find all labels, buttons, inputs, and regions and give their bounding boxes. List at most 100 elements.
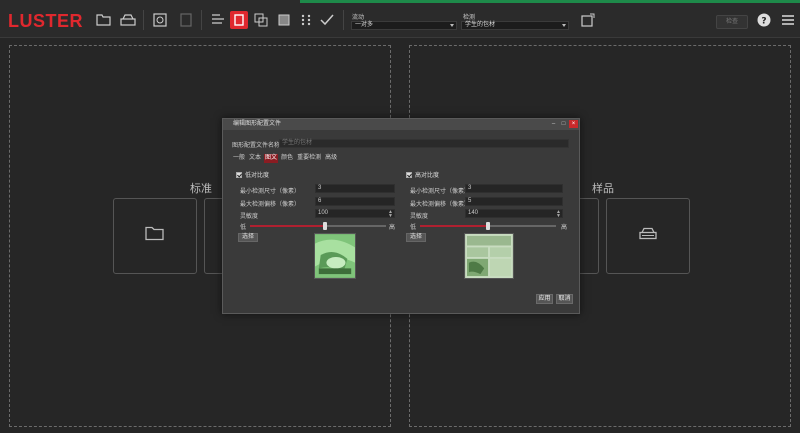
sensitivity-spinbox[interactable]: 100 ▲ ▼ [315,209,395,219]
hamburger-menu-icon [782,15,794,25]
check-button[interactable]: 检查 [716,15,748,29]
dots-grid-icon [301,14,311,26]
help-button[interactable]: ? [755,12,773,28]
max-offset-input[interactable]: 6 [315,197,395,206]
spin-arrows-icon: ▲ ▼ [388,209,393,219]
grid-tool-button[interactable] [297,12,315,28]
flow-label: 流动 [352,15,365,21]
sample-panel-title: 样品 [592,183,614,195]
dialog-title: 编辑图形配置文件 [233,121,282,127]
select-button[interactable]: 选择 [406,233,427,242]
app-logo: LUSTER [8,11,83,31]
config-name-label: 图形配置文件名称 [232,143,281,149]
sensitivity-value: 100 [318,210,329,216]
chevron-down-icon [562,24,566,27]
sensitivity-spinbox[interactable]: 140 ▲ ▼ [465,209,563,219]
flow-dropdown-value: 一对多 [355,22,374,28]
tab-important-detect[interactable]: 重要检测 [296,154,322,163]
checkbox-checked-icon [236,171,242,178]
detect-label: 检测 [463,15,476,21]
folder-open-icon [96,14,111,26]
graphic-icon [234,14,244,26]
min-size-label: 最小检测尺寸（像素） [240,189,301,195]
low-contrast-preview-image [314,233,356,279]
slider-high-label: 高 [389,225,396,231]
sensitivity-value: 140 [468,210,479,216]
slider-thumb[interactable] [322,222,327,230]
menu-button[interactable] [779,12,797,28]
min-size-label: 最小检测尺寸（像素） [410,189,471,195]
tab-text[interactable]: 文本 [248,154,262,163]
slider-fill [250,225,325,227]
toolbar-divider [201,10,202,30]
low-contrast-label: 低对比度 [245,173,270,179]
high-contrast-label: 高对比度 [415,173,440,179]
sensitivity-slider[interactable] [420,222,556,230]
slider-low-label: 低 [240,225,247,231]
detect-dropdown[interactable]: 学生的包材 [461,21,569,30]
export-icon [581,13,595,27]
max-offset-label: 最大检测偏移（像素） [240,202,301,208]
slider-fill [420,225,488,227]
low-contrast-checkbox[interactable]: 低对比度 [236,170,269,179]
close-icon[interactable]: × [569,120,578,128]
max-offset-label: 最大检测偏移（像素） [410,202,471,208]
tab-graphic[interactable]: 图文 [264,154,279,163]
text-lines-icon [212,14,224,24]
scanner-icon [120,14,136,26]
chevron-down-icon [450,24,454,27]
high-contrast-preview-image [464,233,514,279]
approve-tool-button[interactable] [318,12,336,28]
svg-text:?: ? [761,17,766,27]
slider-high-label: 高 [561,225,568,231]
edit-graphic-profile-dialog: 编辑图形配置文件 – □ × 图形配置文件名称 学生的包材 一般 文本 图文 颜… [222,118,580,314]
detect-dropdown-value: 学生的包材 [465,22,496,28]
color-tool-button[interactable] [275,12,293,28]
toolbar-divider [343,10,344,30]
max-offset-input[interactable]: 5 [465,197,563,206]
text-tool-button[interactable] [209,12,227,28]
disabled-tool-button[interactable] [177,12,195,28]
apply-button[interactable]: 应用 [536,294,553,304]
graphic-tool-button[interactable] [230,11,248,29]
cancel-button[interactable]: 取消 [556,294,573,304]
maximize-button[interactable]: □ [559,120,568,128]
slider-thumb[interactable] [486,222,490,230]
flow-dropdown[interactable]: 一对多 [351,21,457,30]
scanner-icon [638,225,658,248]
high-contrast-checkbox[interactable]: 高对比度 [406,170,439,179]
sensitivity-label: 灵敏度 [240,214,259,220]
layers-icon [254,13,268,27]
sample-scan-slot[interactable] [606,198,690,274]
config-name-input[interactable]: 学生的包材 [279,139,569,148]
standard-open-slot[interactable] [113,198,197,274]
tab-advanced[interactable]: 高级 [324,154,338,163]
minimize-button[interactable]: – [549,120,558,128]
sensitivity-slider[interactable] [250,222,386,230]
main-toolbar: LUSTER 流动 一对多 检测 学生的包材 检查 ? [0,0,800,38]
standard-panel-title: 标准 [190,183,212,195]
dialog-titlebar: 编辑图形配置文件 – □ × [223,119,579,130]
min-size-input[interactable]: 3 [465,184,563,193]
layers-button[interactable] [252,12,270,28]
capture-icon [153,13,167,27]
checkbox-checked-icon [406,171,412,178]
open-folder-button[interactable] [95,12,113,28]
select-button[interactable]: 选择 [238,233,259,242]
tab-general[interactable]: 一般 [232,154,246,163]
export-button[interactable] [579,12,597,28]
slider-low-label: 低 [410,225,417,231]
color-swatch-icon [278,14,290,26]
dialog-tabs: 一般 文本 图文 颜色 重要检测 高级 [232,154,338,163]
window-edge [300,0,800,3]
checkmark-icon [320,14,334,26]
toolbar-divider [143,10,144,30]
capture-button[interactable] [151,12,169,28]
scanner-button[interactable] [119,12,137,28]
sensitivity-label: 灵敏度 [410,214,429,220]
spin-arrows-icon: ▲ ▼ [556,209,561,219]
tab-color[interactable]: 颜色 [280,154,294,163]
folder-open-icon [145,225,165,248]
help-icon: ? [757,13,771,27]
min-size-input[interactable]: 3 [315,184,395,193]
